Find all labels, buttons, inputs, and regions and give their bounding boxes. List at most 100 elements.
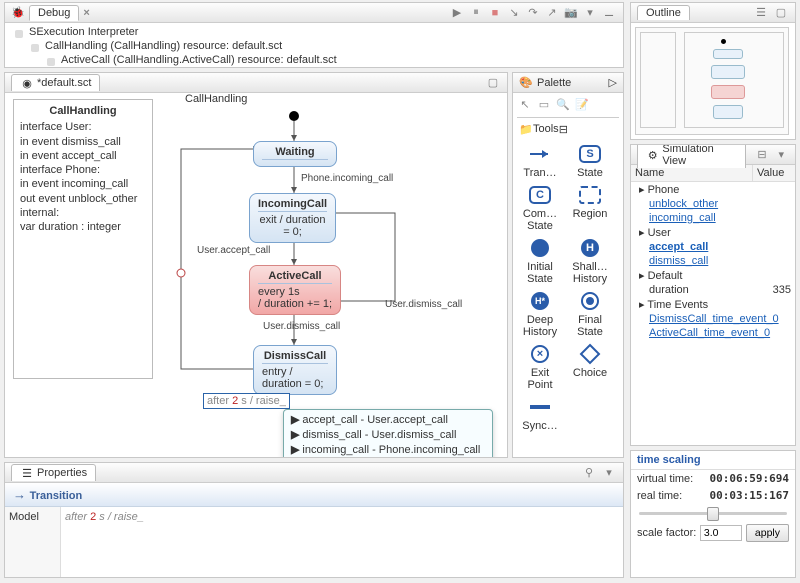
pal-sync[interactable]: Sync…	[517, 395, 563, 432]
event-item[interactable]: unblock_other	[631, 197, 795, 211]
event-item[interactable]: ActiveCall_time_event_0	[631, 326, 795, 340]
palette-header: 🎨 Palette ▷	[513, 73, 623, 93]
col-value[interactable]: Value	[753, 165, 795, 181]
state-incomingcall[interactable]: IncomingCall exit / duration = 0;	[249, 193, 336, 243]
outline-tab[interactable]: Outline	[637, 5, 690, 20]
tree-mode-icon[interactable]: ☰	[753, 5, 769, 21]
iface-line: interface User:	[20, 120, 146, 134]
tools-section-header[interactable]: 📁 Tools ⊟	[513, 120, 623, 138]
pal-choice[interactable]: Choice	[567, 342, 613, 391]
statechart-icon: ◉	[20, 76, 34, 90]
props-tab[interactable]: ☰Properties	[11, 464, 96, 481]
cursor-icon[interactable]: ↖	[517, 96, 533, 112]
pal-region[interactable]: Region	[567, 183, 613, 232]
iface-line: var duration : integer	[20, 220, 146, 234]
pal-transition[interactable]: Tran…	[517, 142, 563, 179]
real-time-value: 00:03:15:167	[710, 489, 789, 502]
expand-icon[interactable]: ⊟	[559, 123, 568, 136]
scale-slider[interactable]	[631, 504, 795, 522]
camera-icon[interactable]: 📷	[563, 5, 579, 21]
thumb-mode-icon[interactable]: ▢	[773, 5, 789, 21]
palette-quick-tools: ↖ ▭ 🔍 📝	[513, 93, 623, 115]
pal-deep-history[interactable]: H*Deep History	[517, 289, 563, 338]
event-item[interactable]: incoming_call	[631, 211, 795, 225]
simview-header: ⚙Simulation View ⊟ ▾	[631, 145, 795, 165]
interface-definition[interactable]: CallHandling interface User: in event di…	[13, 99, 153, 379]
state-activecall[interactable]: ActiveCall every 1s / duration += 1;	[249, 265, 341, 315]
scale-factor-input[interactable]	[700, 525, 742, 541]
palette-title: Palette	[537, 77, 571, 89]
group-phone[interactable]: ▸ Phone	[631, 182, 795, 197]
properties-pane: ☰Properties ⚲ ▾ → Transition Model after…	[4, 462, 624, 578]
debug-toolbar: ▶ ⏸ ■ ↘ ↷ ↗ 📷 ▾ ⚊	[449, 5, 617, 21]
edge-label[interactable]: Phone.incoming_call	[301, 173, 393, 184]
step-out-icon[interactable]: ↗	[544, 5, 560, 21]
event-item[interactable]: accept_call	[631, 240, 795, 254]
state-label: DismissCall	[262, 350, 328, 364]
step-over-icon[interactable]: ↷	[525, 5, 541, 21]
autocomplete-item[interactable]: ▶ incoming_call - Phone.incoming_call	[288, 442, 488, 457]
pal-shallow-history[interactable]: HShall… History	[567, 236, 613, 285]
group-default[interactable]: ▸ Default	[631, 268, 795, 283]
sim-icon: ⚙	[646, 148, 659, 162]
pause-icon[interactable]: ⏸	[468, 5, 484, 21]
scale-factor-row: scale factor: apply	[631, 522, 795, 544]
col-name[interactable]: Name	[631, 165, 753, 181]
tree-root[interactable]: SExecution Interpreter	[5, 25, 623, 39]
edge-label[interactable]: User.dismiss_call	[263, 321, 340, 332]
props-category[interactable]: Model	[5, 507, 61, 578]
editor-tab[interactable]: ◉ *default.sct	[11, 74, 100, 91]
pal-final-state[interactable]: Final State	[567, 289, 613, 338]
pal-composite-state[interactable]: CCom… State	[517, 183, 563, 232]
collapse-icon[interactable]: ▷	[609, 76, 617, 89]
collapse-all-icon[interactable]: ⊟	[754, 147, 769, 163]
maximize-icon[interactable]: ▢	[485, 75, 501, 91]
pal-state[interactable]: SState	[567, 142, 613, 179]
iface-line: interface Phone:	[20, 163, 146, 177]
initial-state[interactable]	[289, 111, 299, 121]
menu-icon[interactable]: ▾	[774, 147, 789, 163]
group-user[interactable]: ▸ User	[631, 225, 795, 240]
debug-tree[interactable]: SExecution Interpreter CallHandling (Cal…	[5, 23, 623, 68]
menu-icon[interactable]: ▾	[601, 465, 617, 481]
outline-thumbnail[interactable]	[635, 27, 789, 135]
tree-callhandling[interactable]: CallHandling (CallHandling) resource: de…	[5, 39, 623, 53]
note-icon[interactable]: 📝	[574, 96, 590, 112]
marquee-icon[interactable]: ▭	[536, 96, 552, 112]
autocomplete-item[interactable]: ▶ unblock_other - Phone.unblock_other	[288, 457, 488, 458]
state-body: every 1s / duration += 1;	[258, 286, 332, 310]
simview-tree[interactable]: ▸ Phone unblock_other incoming_call ▸ Us…	[631, 182, 795, 340]
palette-pane: 🎨 Palette ▷ ↖ ▭ 🔍 📝 📁 Tools ⊟ Tran… SSta…	[512, 72, 624, 458]
event-item[interactable]: dismiss_call	[631, 254, 795, 268]
debug-tab[interactable]: Debug	[29, 5, 79, 21]
autocomplete-item[interactable]: ▶ dismiss_call - User.dismiss_call	[288, 427, 488, 442]
slider-thumb[interactable]	[707, 507, 719, 521]
tools-label: Tools	[533, 123, 559, 135]
menu-icon[interactable]: ▾	[582, 5, 598, 21]
pal-initial-state[interactable]: Initial State	[517, 236, 563, 285]
state-body: entry / duration = 0;	[262, 366, 328, 390]
edge-label[interactable]: User.accept_call	[197, 245, 270, 256]
close-icon[interactable]: ×	[83, 7, 89, 19]
pin-icon[interactable]: ⚲	[581, 465, 597, 481]
edge-label[interactable]: User.dismiss_call	[385, 299, 462, 310]
variable-item[interactable]: duration335	[631, 283, 795, 297]
autocomplete-item[interactable]: ▶ accept_call - User.accept_call	[288, 412, 488, 427]
zoom-icon[interactable]: 🔍	[555, 96, 571, 112]
apply-button[interactable]: apply	[746, 524, 789, 542]
step-icon[interactable]: ↘	[506, 5, 522, 21]
statechart-canvas[interactable]: CallHandling interface User: in event di…	[5, 93, 507, 413]
group-time-events[interactable]: ▸ Time Events	[631, 297, 795, 312]
state-dismisscall[interactable]: DismissCall entry / duration = 0;	[253, 345, 337, 395]
state-label: IncomingCall	[258, 198, 327, 212]
minimize-icon[interactable]: ⚊	[601, 5, 617, 21]
autocomplete-popup[interactable]: ▶ accept_call - User.accept_call ▶ dismi…	[283, 409, 493, 458]
event-item[interactable]: DismissCall_time_event_0	[631, 312, 795, 326]
transition-expression-input[interactable]: after 2 s / raise_	[203, 393, 290, 409]
state-waiting[interactable]: Waiting	[253, 141, 337, 167]
stop-icon[interactable]: ■	[487, 5, 503, 21]
resume-icon[interactable]: ▶	[449, 5, 465, 21]
props-expression-field[interactable]: after 2 s / raise_	[61, 507, 623, 578]
tree-activecall[interactable]: ActiveCall (CallHandling.ActiveCall) res…	[5, 53, 623, 67]
pal-exit-point[interactable]: ×Exit Point	[517, 342, 563, 391]
